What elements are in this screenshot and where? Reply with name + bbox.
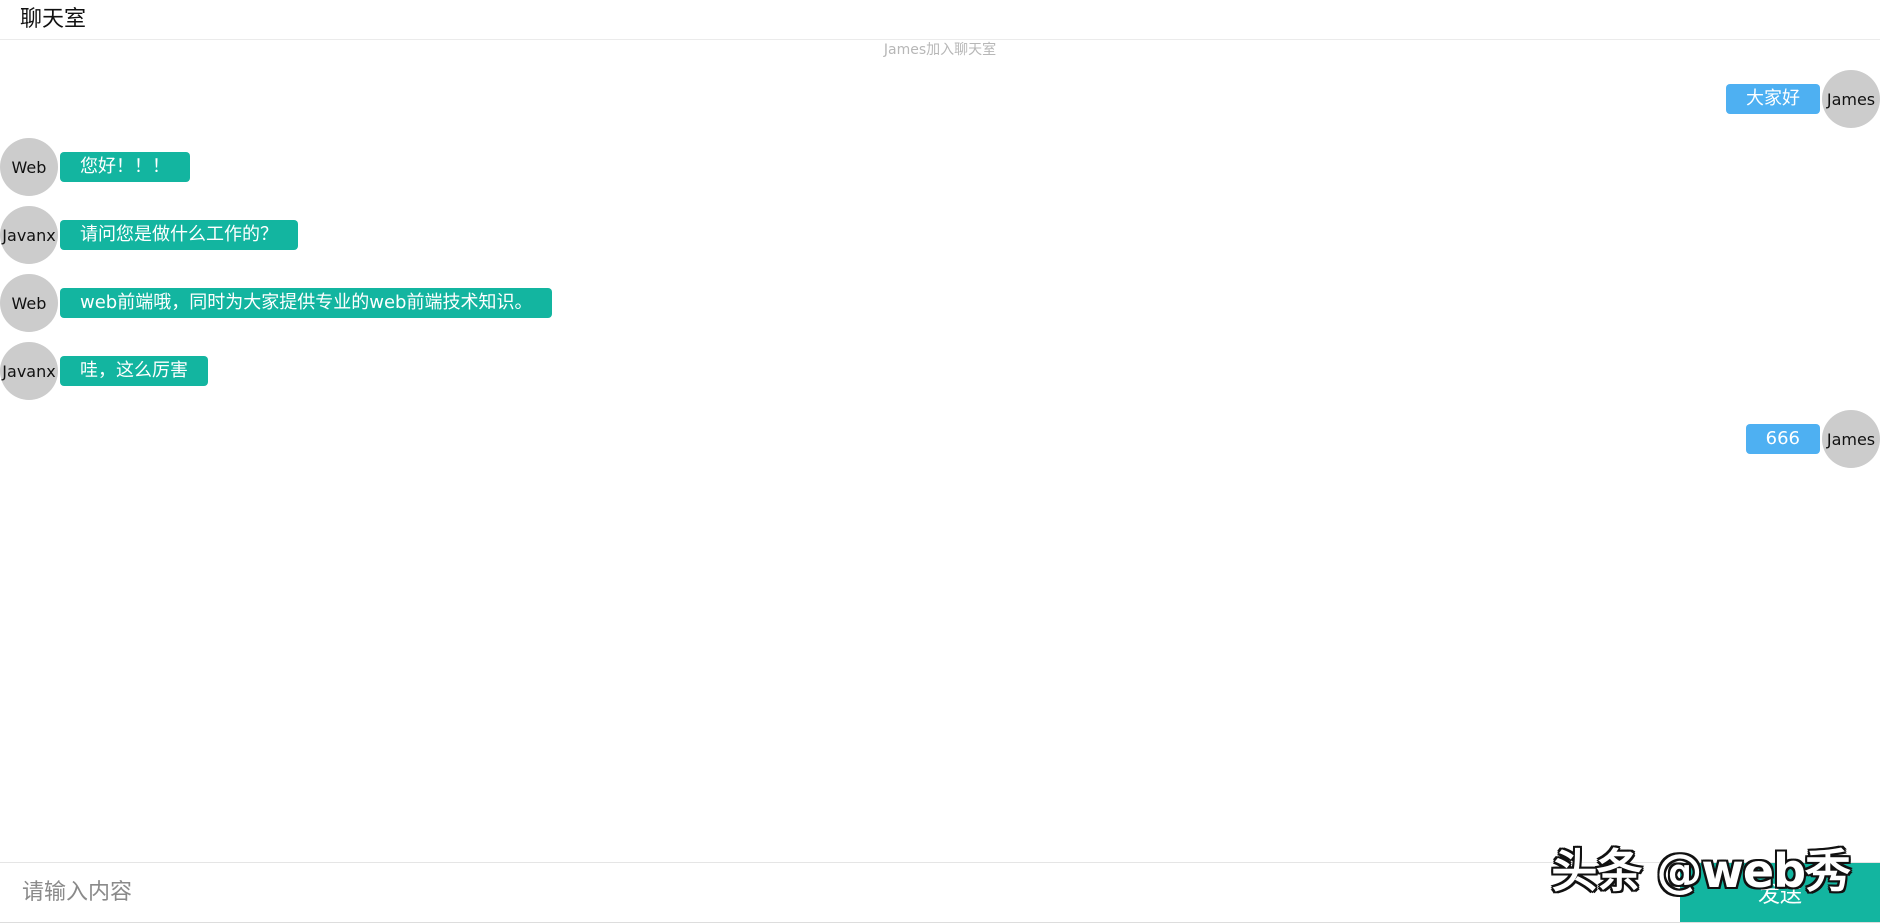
page-title: 聊天室 xyxy=(20,7,87,32)
message-row: Web 您好！！！ xyxy=(0,138,190,196)
message-bubble: 大家好 xyxy=(1726,84,1820,114)
message-bubble: 哇，这么厉害 xyxy=(60,356,208,386)
avatar[interactable]: Javanx xyxy=(0,342,58,400)
avatar[interactable]: Web xyxy=(0,274,58,332)
header: 聊天室 xyxy=(0,0,1880,40)
avatar[interactable]: James xyxy=(1822,410,1880,468)
message-row: Javanx 哇，这么厉害 xyxy=(0,342,208,400)
avatar[interactable]: James xyxy=(1822,70,1880,128)
message-composer: 发送 xyxy=(0,862,1880,923)
message-bubble: 您好！！！ xyxy=(60,152,190,182)
chat-app: 聊天室 James加入聊天室 James 大家好 Web 您好！！！ Javan… xyxy=(0,0,1880,923)
message-row: Web web前端哦，同时为大家提供专业的web前端技术知识。 xyxy=(0,274,553,332)
avatar[interactable]: Web xyxy=(0,138,58,196)
message-input[interactable] xyxy=(0,863,1680,922)
message-row: James 666 xyxy=(1745,410,1880,468)
system-notice: James加入聊天室 xyxy=(883,42,997,58)
avatar[interactable]: Javanx xyxy=(0,206,58,264)
message-bubble: 请问您是做什么工作的？ xyxy=(60,220,298,250)
message-row: Javanx 请问您是做什么工作的？ xyxy=(0,206,298,264)
message-bubble: web前端哦，同时为大家提供专业的web前端技术知识。 xyxy=(60,288,553,318)
send-button[interactable]: 发送 xyxy=(1680,863,1880,922)
message-row: James 大家好 xyxy=(1726,70,1880,128)
message-bubble: 666 xyxy=(1745,424,1820,454)
